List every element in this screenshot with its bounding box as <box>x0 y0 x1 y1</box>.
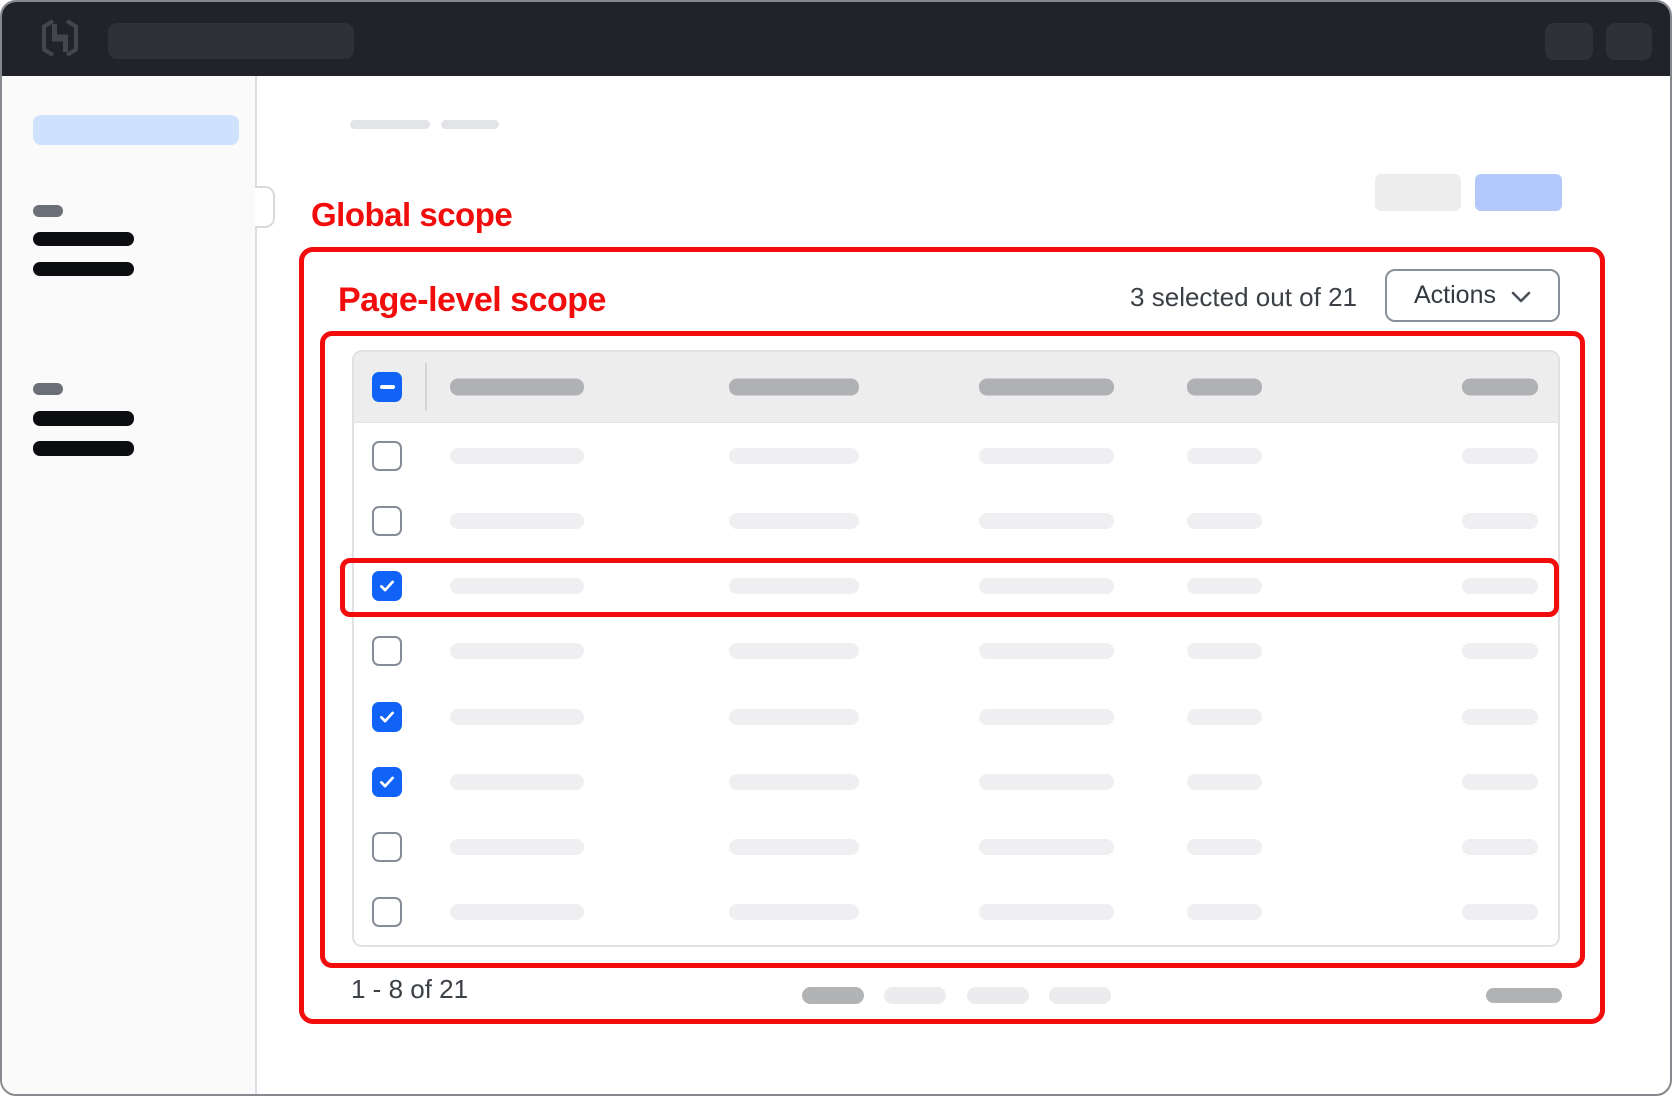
column-header-placeholder <box>729 379 859 396</box>
sidebar-item[interactable] <box>33 441 134 456</box>
top-navigation-bar <box>2 2 1670 76</box>
page-scope-annotation: Page-level scope <box>338 281 606 320</box>
sidebar-item[interactable] <box>33 411 134 426</box>
table-row <box>354 749 1558 814</box>
cell-placeholder <box>729 643 859 659</box>
cell-placeholder <box>979 709 1114 725</box>
pagination-page-button[interactable] <box>802 987 864 1004</box>
sidebar-section-header <box>33 383 63 395</box>
cell-placeholder <box>450 709 584 725</box>
pagination-page-button[interactable] <box>884 987 946 1004</box>
table-row <box>354 619 1558 684</box>
page-size-control[interactable] <box>1486 988 1562 1003</box>
cell-placeholder <box>979 513 1114 529</box>
hashicorp-logo-icon <box>40 18 80 58</box>
table-row <box>354 488 1558 553</box>
cell-placeholder <box>1187 904 1262 920</box>
selection-summary: 3 selected out of 21 <box>902 282 1357 313</box>
indeterminate-icon <box>380 385 395 390</box>
row-checkbox[interactable] <box>372 441 402 471</box>
cell-placeholder <box>1187 643 1262 659</box>
cell-placeholder <box>1187 709 1262 725</box>
cell-placeholder <box>979 839 1114 855</box>
cell-placeholder <box>1187 513 1262 529</box>
secondary-action-button[interactable] <box>1375 174 1461 211</box>
row-checkbox[interactable] <box>372 767 402 797</box>
column-header-placeholder <box>979 379 1114 396</box>
pagination-page-button[interactable] <box>1049 987 1111 1004</box>
cell-placeholder <box>729 774 859 790</box>
column-header-placeholder <box>1187 379 1262 396</box>
app-window: Global scope Page-level scope Row-level … <box>0 0 1672 1096</box>
cell-placeholder <box>450 513 584 529</box>
cell-placeholder <box>729 904 859 920</box>
search-input[interactable] <box>108 23 354 59</box>
cell-placeholder <box>450 448 584 464</box>
row-checkbox[interactable] <box>372 506 402 536</box>
cell-placeholder <box>979 448 1114 464</box>
sidebar-item[interactable] <box>33 232 134 246</box>
sidebar-item[interactable] <box>33 262 134 276</box>
row-checkbox[interactable] <box>372 832 402 862</box>
primary-action-button[interactable] <box>1475 174 1562 211</box>
cell-placeholder <box>450 643 584 659</box>
cell-placeholder <box>729 709 859 725</box>
topbar-help-button[interactable] <box>1545 23 1593 60</box>
table-body <box>354 423 1558 945</box>
cell-placeholder <box>1462 643 1538 659</box>
pagination-page-button[interactable] <box>967 987 1029 1004</box>
data-table <box>352 350 1560 947</box>
breadcrumb-segment[interactable] <box>350 120 430 129</box>
row-scope-box <box>340 558 1559 617</box>
actions-button-label: Actions <box>1414 281 1496 310</box>
cell-placeholder <box>1462 839 1538 855</box>
breadcrumb-segment[interactable] <box>441 120 499 129</box>
table-row <box>354 880 1558 945</box>
row-checkbox[interactable] <box>372 702 402 732</box>
cell-placeholder <box>729 448 859 464</box>
column-header-placeholder <box>1462 379 1538 396</box>
cell-placeholder <box>1187 448 1262 464</box>
table-header-row <box>354 352 1558 423</box>
sidebar-section-header <box>33 205 63 217</box>
cell-placeholder <box>979 643 1114 659</box>
cell-placeholder <box>1462 513 1538 529</box>
select-all-checkbox[interactable] <box>372 372 402 402</box>
global-scope-annotation: Global scope <box>311 196 512 234</box>
cell-placeholder <box>1462 774 1538 790</box>
header-divider <box>425 363 427 411</box>
row-checkbox[interactable] <box>372 636 402 666</box>
cell-placeholder <box>450 904 584 920</box>
topbar-user-button[interactable] <box>1606 23 1652 60</box>
sidebar-item-active[interactable] <box>33 115 239 145</box>
table-row <box>354 815 1558 880</box>
cell-placeholder <box>1462 904 1538 920</box>
check-icon <box>378 708 396 726</box>
column-header-placeholder <box>450 379 584 396</box>
cell-placeholder <box>450 839 584 855</box>
chevron-down-icon <box>1511 291 1531 303</box>
row-checkbox[interactable] <box>372 897 402 927</box>
cell-placeholder <box>1187 839 1262 855</box>
table-row <box>354 423 1558 488</box>
cell-placeholder <box>979 904 1114 920</box>
screenshot-root: Global scope Page-level scope Row-level … <box>0 0 1672 1096</box>
sidebar-collapse-toggle[interactable] <box>255 186 275 228</box>
cell-placeholder <box>1187 774 1262 790</box>
cell-placeholder <box>450 774 584 790</box>
actions-button[interactable]: Actions <box>1385 269 1560 322</box>
sidebar <box>2 76 257 1094</box>
cell-placeholder <box>729 513 859 529</box>
table-row <box>354 684 1558 749</box>
cell-placeholder <box>1462 448 1538 464</box>
cell-placeholder <box>979 774 1114 790</box>
cell-placeholder <box>1462 709 1538 725</box>
cell-placeholder <box>729 839 859 855</box>
pagination-range-label: 1 - 8 of 21 <box>351 974 468 1005</box>
check-icon <box>378 773 396 791</box>
